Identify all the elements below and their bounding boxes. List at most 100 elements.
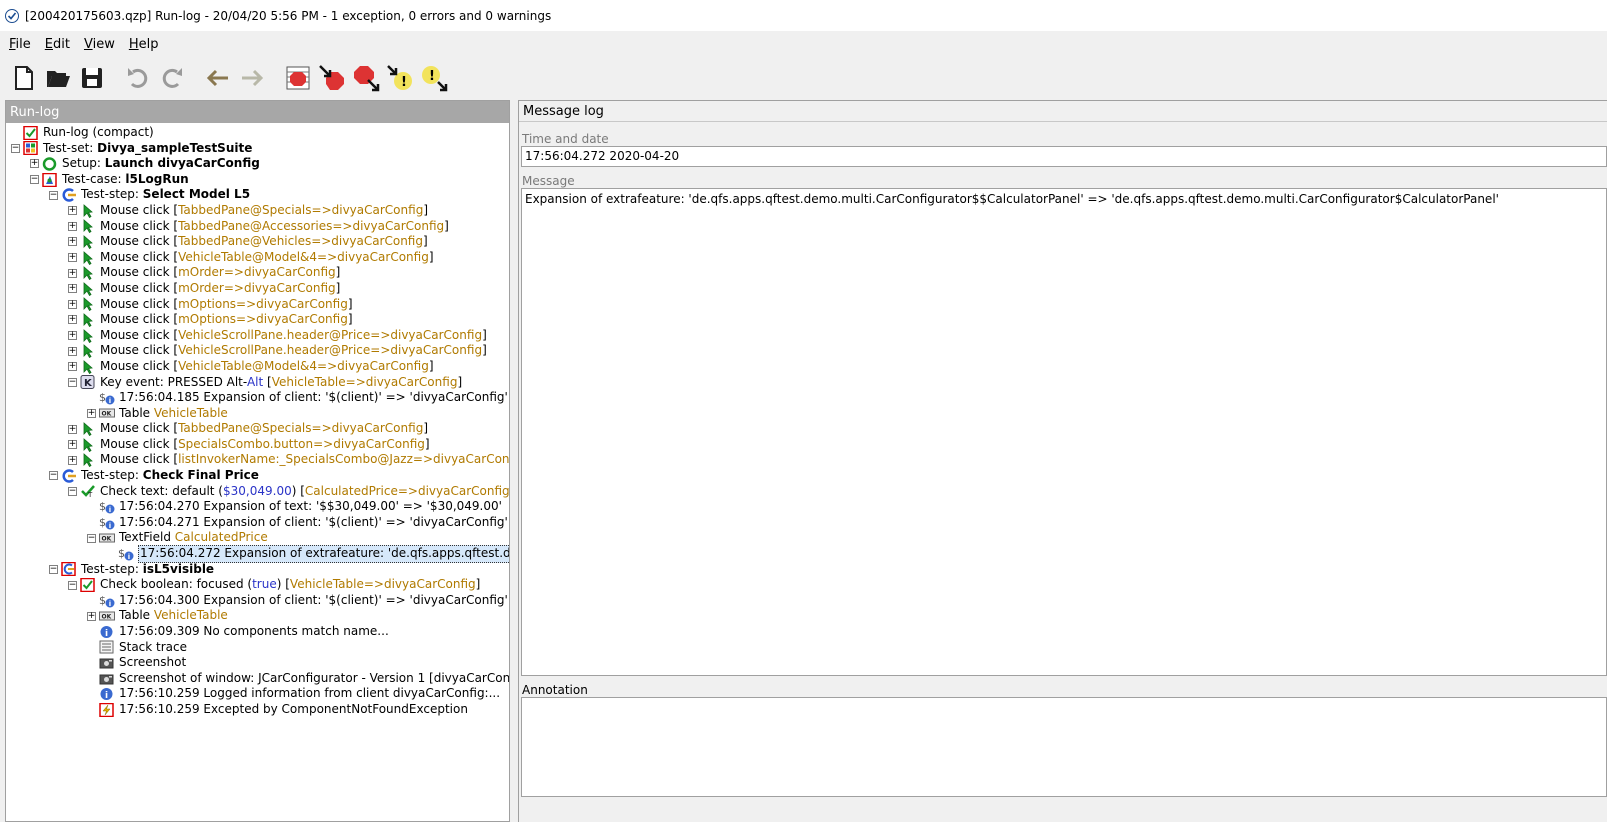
tree-node[interactable]: + OK Table VehicleTable	[6, 406, 509, 422]
tree-node[interactable]: + Mouse click [TabbedPane@Specials=>divya…	[6, 203, 509, 219]
tree-node[interactable]: − Test-step: isL5visible	[6, 562, 509, 578]
tree-node[interactable]: $ i 17:56:04.271 Expansion of client: '$(c…	[6, 515, 509, 531]
tree-text-part: $30,049.00	[223, 483, 292, 498]
collapse-icon[interactable]: −	[87, 533, 96, 543]
mouse-icon	[80, 344, 96, 359]
tree-node[interactable]: + Mouse click [mOptions=>divyaCarConfig]	[6, 312, 509, 328]
collapse-icon[interactable]: −	[68, 377, 77, 387]
expand-icon[interactable]: +	[68, 331, 77, 341]
tree-node[interactable]: Stack trace	[6, 640, 509, 656]
collapse-icon[interactable]: −	[11, 143, 20, 153]
tree-node[interactable]: 17:56:10.259 Excepted by ComponentNotFou…	[6, 702, 509, 718]
tree-text-part: ) [	[276, 577, 290, 592]
run-log-tree[interactable]: Run-log (compact) − Test-set: Divya_sample…	[6, 123, 509, 821]
tree-node[interactable]: + Mouse click [TabbedPane@Specials=>divya…	[6, 421, 509, 437]
tree-node[interactable]: Screenshot	[6, 655, 509, 671]
annotation-field[interactable]	[521, 697, 1607, 797]
tree-node[interactable]: − Test-step: Select Model L5	[6, 187, 509, 203]
exception-out-icon[interactable]: !	[418, 62, 450, 94]
time-date-field[interactable]: 17:56:04.272 2020-04-20	[521, 146, 1607, 167]
expand-icon[interactable]: +	[68, 424, 77, 434]
expand-icon[interactable]: +	[30, 159, 39, 169]
tree-node[interactable]: $ i 17:56:04.272 Expansion of extrafeature…	[6, 545, 509, 563]
open-folder-icon[interactable]	[42, 62, 74, 94]
tree-node-label: Test-step: isL5visible	[81, 562, 214, 578]
tree-node[interactable]: $ i 17:56:04.300 Expansion of client: '$(c…	[6, 593, 509, 609]
menu-view[interactable]: View	[77, 37, 122, 52]
expand-icon[interactable]: +	[68, 221, 77, 231]
undo-icon[interactable]	[122, 62, 154, 94]
collapse-icon[interactable]: −	[49, 471, 58, 481]
redo-icon[interactable]	[156, 62, 188, 94]
stop-list-icon[interactable]	[282, 62, 314, 94]
tree-text-part: ]	[347, 296, 353, 311]
tree-node[interactable]: + Mouse click [VehicleScrollPane.header@P…	[6, 328, 509, 344]
tree-node[interactable]: $ i 17:56:04.185 Expansion of client: '$(c…	[6, 390, 509, 406]
tree-node[interactable]: + Mouse click [VehicleScrollPane.header@P…	[6, 343, 509, 359]
tree-node[interactable]: − OK TextField CalculatedPrice	[6, 530, 509, 546]
tree-node[interactable]: − K Key event: PRESSED Alt-Alt [VehicleTab…	[6, 375, 509, 391]
panel-splitter[interactable]	[510, 100, 518, 822]
forward-arrow-icon[interactable]	[236, 62, 268, 94]
tree-node[interactable]: + Mouse click [VehicleTable@Model&4=>divy…	[6, 250, 509, 266]
svg-text:T: T	[87, 491, 93, 498]
exception-in-icon[interactable]: !	[384, 62, 416, 94]
expand-icon[interactable]: +	[68, 299, 77, 309]
tree-node[interactable]: + Mouse click [mOptions=>divyaCarConfig]	[6, 297, 509, 313]
expand-icon[interactable]: +	[68, 362, 77, 372]
menu-file[interactable]: File	[2, 37, 38, 52]
stop-out-icon[interactable]	[350, 62, 382, 94]
tree-node[interactable]: + Mouse click [listInvokerName:_SpecialsC…	[6, 452, 509, 468]
expand-icon[interactable]: +	[87, 611, 96, 621]
tree-node[interactable]: Screenshot of window: JCarConfigurator -…	[6, 671, 509, 687]
collapse-icon[interactable]: −	[49, 190, 58, 200]
expand-icon[interactable]: +	[87, 408, 96, 418]
message-field[interactable]: Expansion of extrafeature: 'de.qfs.apps.…	[521, 188, 1607, 676]
new-file-icon[interactable]	[8, 62, 40, 94]
expand-icon[interactable]: +	[68, 206, 77, 216]
menu-help[interactable]: Help	[122, 37, 166, 52]
tree-text-part: ]	[475, 577, 481, 592]
expand-icon[interactable]: +	[68, 346, 77, 356]
screenshot-icon	[99, 672, 115, 686]
mouse-icon	[80, 235, 96, 249]
dollar-info-icon: $ i	[99, 500, 115, 514]
menu-edit[interactable]: Edit	[38, 37, 77, 52]
tree-node-label: Mouse click [VehicleScrollPane.header@Pr…	[100, 343, 487, 359]
collapse-icon[interactable]: −	[49, 564, 58, 574]
tree-node[interactable]: i 17:56:10.259 Logged information from cl…	[6, 686, 509, 702]
tree-node[interactable]: − T Check text: default ($30,049.00) [Calc…	[6, 484, 509, 500]
tree-node[interactable]: Run-log (compact)	[6, 125, 509, 141]
tree-node[interactable]: + Mouse click [SpecialsCombo.button=>divy…	[6, 437, 509, 453]
tree-node[interactable]: − Test-case: l5LogRun	[6, 172, 509, 188]
tree-text-part: Key event: PRESSED Alt-	[100, 374, 247, 389]
expand-icon[interactable]: +	[68, 455, 77, 465]
tree-node[interactable]: + Mouse click [mOrder=>divyaCarConfig]	[6, 281, 509, 297]
save-icon[interactable]	[76, 62, 108, 94]
expand-icon[interactable]: +	[68, 440, 77, 450]
tree-node[interactable]: + Mouse click [VehicleTable@Model&4=>divy…	[6, 359, 509, 375]
tree-node[interactable]: + Mouse click [mOrder=>divyaCarConfig]	[6, 265, 509, 281]
tree-node[interactable]: i 17:56:09.309 No components match name..…	[6, 624, 509, 640]
tree-node[interactable]: $ i 17:56:04.270 Expansion of text: '$$30,…	[6, 499, 509, 515]
tree-node[interactable]: − Test-set: Divya_sampleTestSuite	[6, 141, 509, 157]
expand-icon[interactable]: +	[68, 315, 77, 325]
tree-node[interactable]: − Check boolean: focused (true) [VehicleT…	[6, 577, 509, 593]
tree-node[interactable]: + Setup: Launch divyaCarConfig	[6, 156, 509, 172]
stop-in-icon[interactable]	[316, 62, 348, 94]
expand-icon[interactable]: +	[68, 253, 77, 263]
tree-text-part: ]	[444, 218, 449, 233]
collapse-icon[interactable]: −	[68, 486, 77, 496]
tree-node[interactable]: + Mouse click [TabbedPane@Vehicles=>divya…	[6, 234, 509, 250]
collapse-icon[interactable]: −	[68, 580, 77, 590]
expand-icon[interactable]: +	[68, 237, 77, 247]
expand-icon[interactable]: +	[68, 268, 77, 278]
back-arrow-icon[interactable]	[202, 62, 234, 94]
svg-text:$: $	[99, 516, 106, 529]
mouse-icon	[80, 437, 96, 452]
collapse-icon[interactable]: −	[30, 175, 39, 185]
tree-node[interactable]: − Test-step: Check Final Price	[6, 468, 509, 484]
expand-icon[interactable]: +	[68, 284, 77, 294]
tree-node[interactable]: + Mouse click [TabbedPane@Accessories=>di…	[6, 219, 509, 235]
tree-node[interactable]: + OK Table VehicleTable	[6, 608, 509, 624]
